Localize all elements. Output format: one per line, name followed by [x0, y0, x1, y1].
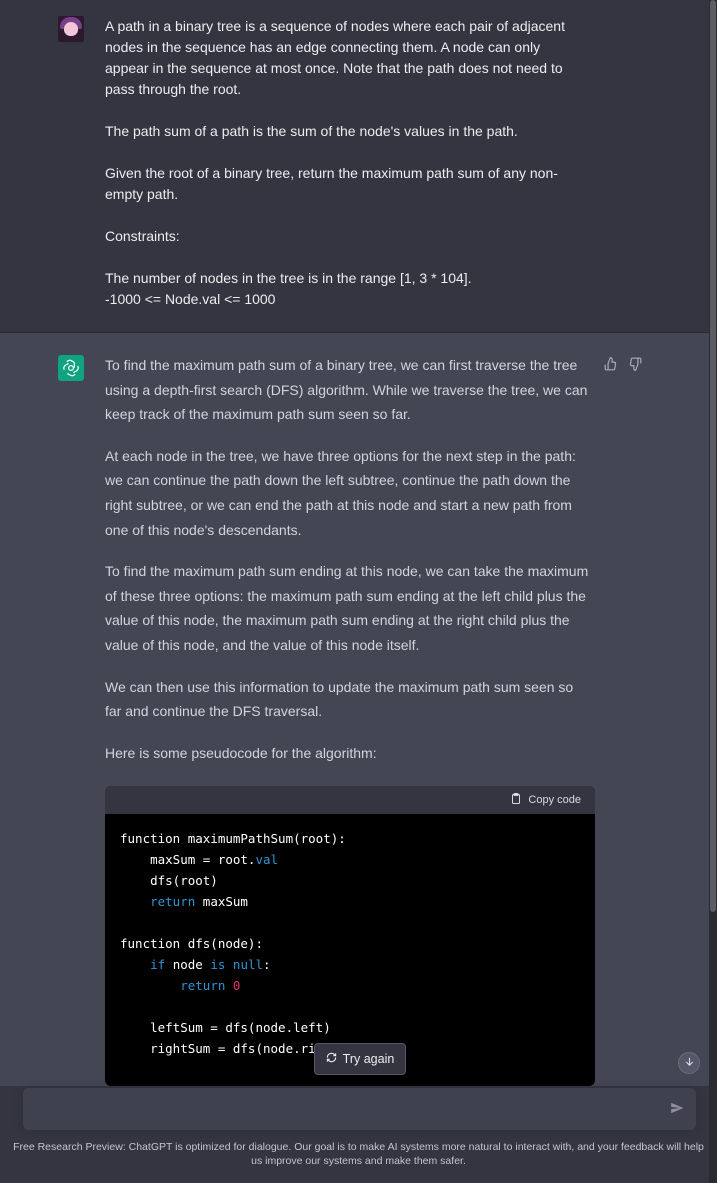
copy-code-label: Copy code: [528, 794, 581, 806]
code-line: return 0: [180, 978, 241, 993]
scrollbar-thumb[interactable]: [710, 0, 716, 912]
message-input-container: [23, 1088, 696, 1130]
constraint-line: -1000 <= Node.val <= 1000: [105, 291, 276, 307]
code-line: return maxSum: [150, 894, 248, 909]
code-line: if node is null:: [150, 957, 271, 972]
code-block-header: Copy code: [105, 786, 595, 814]
code-line: leftSum = dfs(node.left): [120, 1020, 331, 1035]
composer-area: Free Research Preview: ChatGPT is optimi…: [0, 1086, 709, 1183]
code-line: function maximumPathSum(root):: [120, 831, 346, 846]
constraint-line: The number of nodes in the tree is in th…: [105, 270, 472, 286]
send-icon[interactable]: [670, 1101, 686, 1117]
assistant-paragraph: To find the maximum path sum of a binary…: [105, 357, 588, 423]
footer-disclaimer: Free Research Preview: ChatGPT is optimi…: [13, 1141, 704, 1167]
user-paragraph: The path sum of a path is the sum of the…: [105, 123, 518, 139]
user-paragraph: A path in a binary tree is a sequence of…: [105, 18, 565, 97]
feedback-buttons: [604, 356, 644, 373]
user-message: A path in a binary tree is a sequence of…: [0, 0, 709, 333]
code-content: function maximumPathSum(root): maxSum = …: [105, 814, 595, 1059]
assistant-paragraph: To find the maximum path sum ending at t…: [105, 563, 589, 653]
user-paragraph: Constraints:: [105, 228, 180, 244]
thumbs-down-icon[interactable]: [628, 357, 644, 373]
copy-code-button[interactable]: Copy code: [510, 792, 581, 808]
user-paragraph: Given the root of a binary tree, return …: [105, 165, 558, 202]
assistant-paragraph: At each node in the tree, we have three …: [105, 447, 576, 538]
try-again-button[interactable]: Try again: [314, 1043, 406, 1075]
clipboard-icon: [510, 792, 522, 808]
scrollbar-track[interactable]: [709, 0, 717, 1183]
code-line: dfs(root): [120, 873, 218, 888]
code-block: Copy code function maximumPathSum(root):…: [105, 786, 595, 1086]
arrow-down-icon: [684, 1054, 695, 1072]
try-again-label: Try again: [342, 1052, 395, 1066]
assistant-paragraph: We can then use this information to upda…: [105, 678, 574, 720]
chatgpt-logo-icon: [58, 355, 84, 381]
code-line: maxSum = root.val: [120, 852, 279, 867]
refresh-icon: [326, 1052, 337, 1066]
thumbs-up-icon[interactable]: [604, 356, 620, 373]
assistant-paragraph: Here is some pseudocode for the algorith…: [105, 744, 377, 761]
user-message-text: A path in a binary tree is a sequence of…: [105, 16, 585, 310]
code-line: function dfs(node):: [120, 936, 263, 951]
scroll-to-bottom-button[interactable]: [678, 1052, 700, 1074]
assistant-message-text: To find the maximum path sum of a binary…: [105, 353, 593, 782]
message-input[interactable]: [37, 1098, 657, 1120]
user-avatar: [58, 16, 84, 42]
